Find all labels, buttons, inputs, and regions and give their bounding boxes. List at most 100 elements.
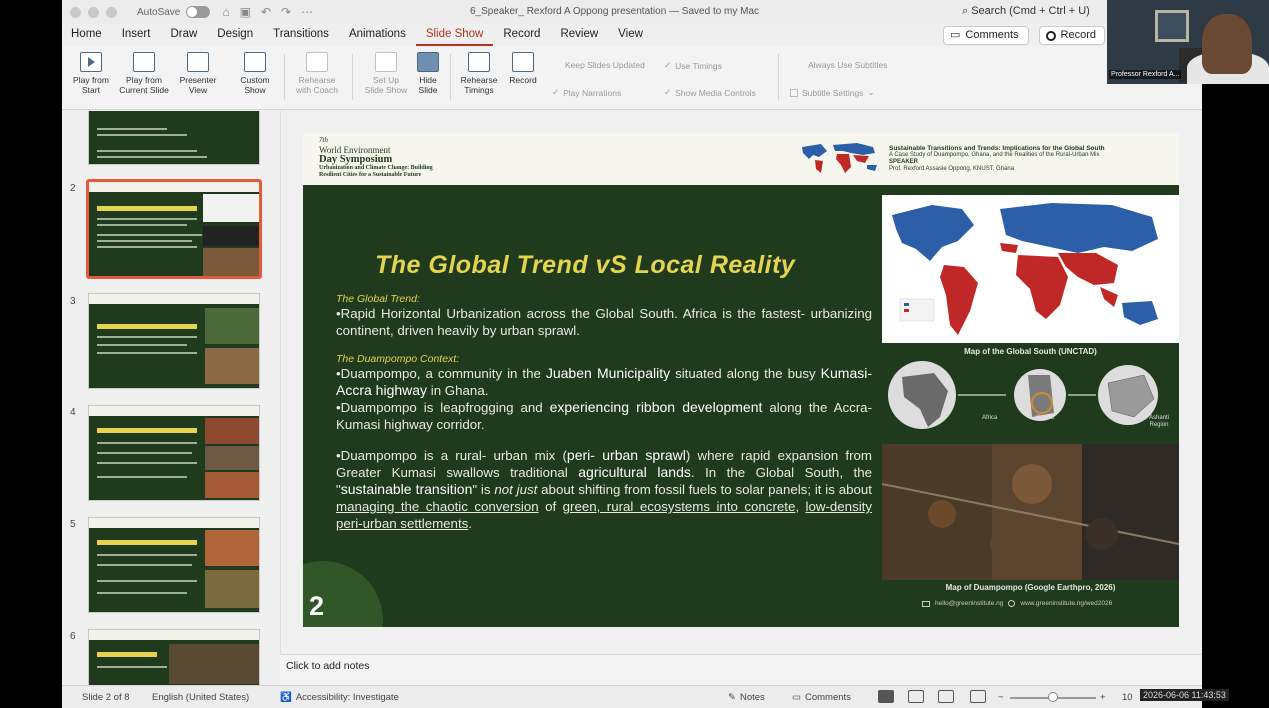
notes-toggle-button[interactable]: ✎ Notes	[728, 692, 765, 703]
undo-icon[interactable]: ↶	[261, 5, 271, 19]
record-slides-icon	[512, 52, 534, 72]
play-current-slide-button[interactable]: Play from Current Slide	[114, 52, 174, 95]
tab-slide-show[interactable]: Slide Show	[415, 24, 494, 46]
tab-home[interactable]: Home	[62, 24, 112, 46]
record-button[interactable]: Record	[1039, 26, 1105, 45]
recording-timestamp: 2026-06-06 11:43:53	[1140, 689, 1229, 701]
reading-view-button[interactable]	[938, 690, 954, 703]
record-icon	[1046, 30, 1056, 41]
subtitle-settings-dropdown[interactable]: Subtitle Settings ⌄	[790, 87, 875, 98]
tab-design[interactable]: Design	[207, 24, 263, 46]
header-world-map-icon	[799, 139, 883, 177]
tab-transitions[interactable]: Transitions	[263, 24, 339, 46]
powerpoint-window: AutoSave ⌂ ▣ ↶ ↷ ⋯ 6_Speaker_ Rexford A …	[62, 0, 1202, 708]
save-icon[interactable]: ▣	[240, 5, 251, 19]
play-from-start-label-2: Start	[82, 84, 100, 95]
slide-number: 2	[309, 591, 325, 621]
slide-count: Slide 2 of 8	[82, 692, 130, 703]
context-label: The Duampompo Context:	[336, 353, 460, 365]
window-controls	[70, 6, 117, 18]
play-from-start-button[interactable]: Play from Start	[70, 52, 112, 95]
slide-thumbnail-6[interactable]	[88, 629, 260, 685]
circle-label-ghana: Ghana	[1036, 415, 1055, 421]
slide-header-banner: 7th World Environment Day Symposium Urba…	[303, 133, 1179, 185]
record-slides-label: Record	[509, 75, 537, 85]
webcam-overlay: Professor Rexford A...	[1107, 0, 1269, 84]
accessibility-button[interactable]: ♿ Accessibility: Investigate	[280, 692, 399, 703]
slide-thumbnail-5[interactable]	[88, 517, 260, 613]
always-use-subtitles-label: Always Use Subtitles	[808, 60, 888, 70]
slide-thumbnail-2[interactable]	[86, 179, 262, 279]
zoom-slider-handle[interactable]	[1048, 692, 1058, 702]
circle-label-ashanti: Ashanti Region	[1148, 415, 1169, 428]
speaker-label: SPEAKER	[889, 159, 919, 165]
close-window-button[interactable]	[70, 6, 81, 18]
rehearse-coach-button[interactable]: Rehearse with Coach	[290, 52, 344, 95]
custom-show-icon	[244, 52, 266, 72]
slide-show-view-button[interactable]	[970, 690, 986, 703]
slide-thumbnail-4[interactable]	[88, 405, 260, 501]
use-timings-checkbox[interactable]: ✓ Use Timings	[664, 60, 722, 71]
slide-thumbnail-3[interactable]	[88, 293, 260, 389]
minimize-window-button[interactable]	[88, 6, 99, 18]
zoom-in-button[interactable]: +	[1100, 692, 1106, 703]
ribbon-divider	[352, 54, 353, 100]
setup-slideshow-button[interactable]: Set Up Slide Show	[360, 52, 412, 95]
use-timings-label: Use Timings	[675, 60, 722, 71]
comments-toggle-button[interactable]: ▭ Comments	[792, 692, 851, 703]
slide-editor-stage: 7th World Environment Day Symposium Urba…	[280, 111, 1202, 654]
show-media-controls-checkbox[interactable]: ✓ Show Media Controls	[664, 87, 756, 98]
zoom-window-button[interactable]	[106, 6, 117, 18]
presenter-view-button[interactable]: Presenter View	[176, 52, 220, 95]
hide-slide-button[interactable]: Hide Slide	[412, 52, 444, 95]
comments-button-label: Comments	[965, 29, 1019, 41]
rehearse-timings-button[interactable]: Rehearse Timings	[456, 52, 502, 95]
location-zoom-diagram	[888, 361, 1158, 429]
slide-sorter-button[interactable]	[908, 690, 924, 703]
rehearse-timings-label-2: Timings	[464, 84, 494, 95]
redo-icon[interactable]: ↷	[281, 5, 291, 19]
custom-show-button[interactable]: Custom Show	[232, 52, 278, 95]
thumbnail-number: 3	[70, 296, 76, 307]
comments-button[interactable]: ▭ Comments	[943, 26, 1029, 45]
tab-review[interactable]: Review	[550, 24, 608, 46]
zoom-level[interactable]: 10	[1122, 692, 1133, 703]
current-slide[interactable]: 7th World Environment Day Symposium Urba…	[303, 133, 1179, 627]
search-label: Search (Cmd + Ctrl + U)	[971, 5, 1090, 17]
speaker-name: Prof. Rexford Assasie Oppong, KNUST, Gha…	[889, 166, 1015, 172]
comment-icon: ▭	[950, 29, 961, 41]
slide-thumbnail-1[interactable]	[88, 111, 260, 165]
play-from-start-icon	[80, 52, 102, 72]
comments-toggle-label: Comments	[804, 692, 851, 703]
tab-record[interactable]: Record	[493, 24, 550, 46]
symposium-logo-text: 7th World Environment Day Symposium Urba…	[319, 135, 433, 179]
tab-draw[interactable]: Draw	[160, 24, 207, 46]
symposium-edition: 7th	[319, 136, 328, 144]
search-field[interactable]: ⌕ Search (Cmd + Ctrl + U)	[962, 5, 1090, 18]
tab-animations[interactable]: Animations	[339, 24, 416, 46]
more-icon[interactable]: ⋯	[301, 5, 313, 19]
record-slides-button[interactable]: Record	[504, 52, 542, 86]
notes-icon: ✎	[728, 692, 736, 703]
play-narrations-checkbox[interactable]: ✓ Play Narrations	[552, 87, 621, 98]
subtitle-settings-label: Subtitle Settings	[802, 87, 864, 98]
autosave-toggle[interactable]	[186, 6, 211, 18]
home-icon[interactable]: ⌂	[222, 5, 229, 19]
tab-insert[interactable]: Insert	[112, 24, 161, 46]
global-trend-text: •Rapid Horizontal Urbanization across th…	[336, 306, 872, 338]
accessibility-label: Accessibility: Investigate	[295, 692, 399, 703]
talk-title: Sustainable Transitions and Trends: Impl…	[889, 145, 1105, 152]
zoom-out-button[interactable]: −	[998, 692, 1004, 703]
tab-view[interactable]: View	[608, 24, 653, 46]
ribbon-divider	[284, 54, 285, 100]
presenter-view-label-2: View	[188, 84, 208, 95]
language-indicator[interactable]: English (United States)	[152, 692, 249, 703]
keep-slides-updated-label: Keep Slides Updated	[565, 60, 645, 70]
notes-toggle-label: Notes	[739, 692, 765, 703]
globe-icon	[1008, 600, 1016, 607]
normal-view-button[interactable]	[878, 690, 894, 703]
webcam-name-label: Professor Rexford A...	[1109, 70, 1182, 79]
notes-pane[interactable]: Click to add notes	[280, 654, 1202, 685]
always-use-subtitles-checkbox[interactable]: Always Use Subtitles	[808, 60, 887, 70]
keep-slides-updated-option[interactable]: Keep Slides Updated	[565, 60, 645, 70]
